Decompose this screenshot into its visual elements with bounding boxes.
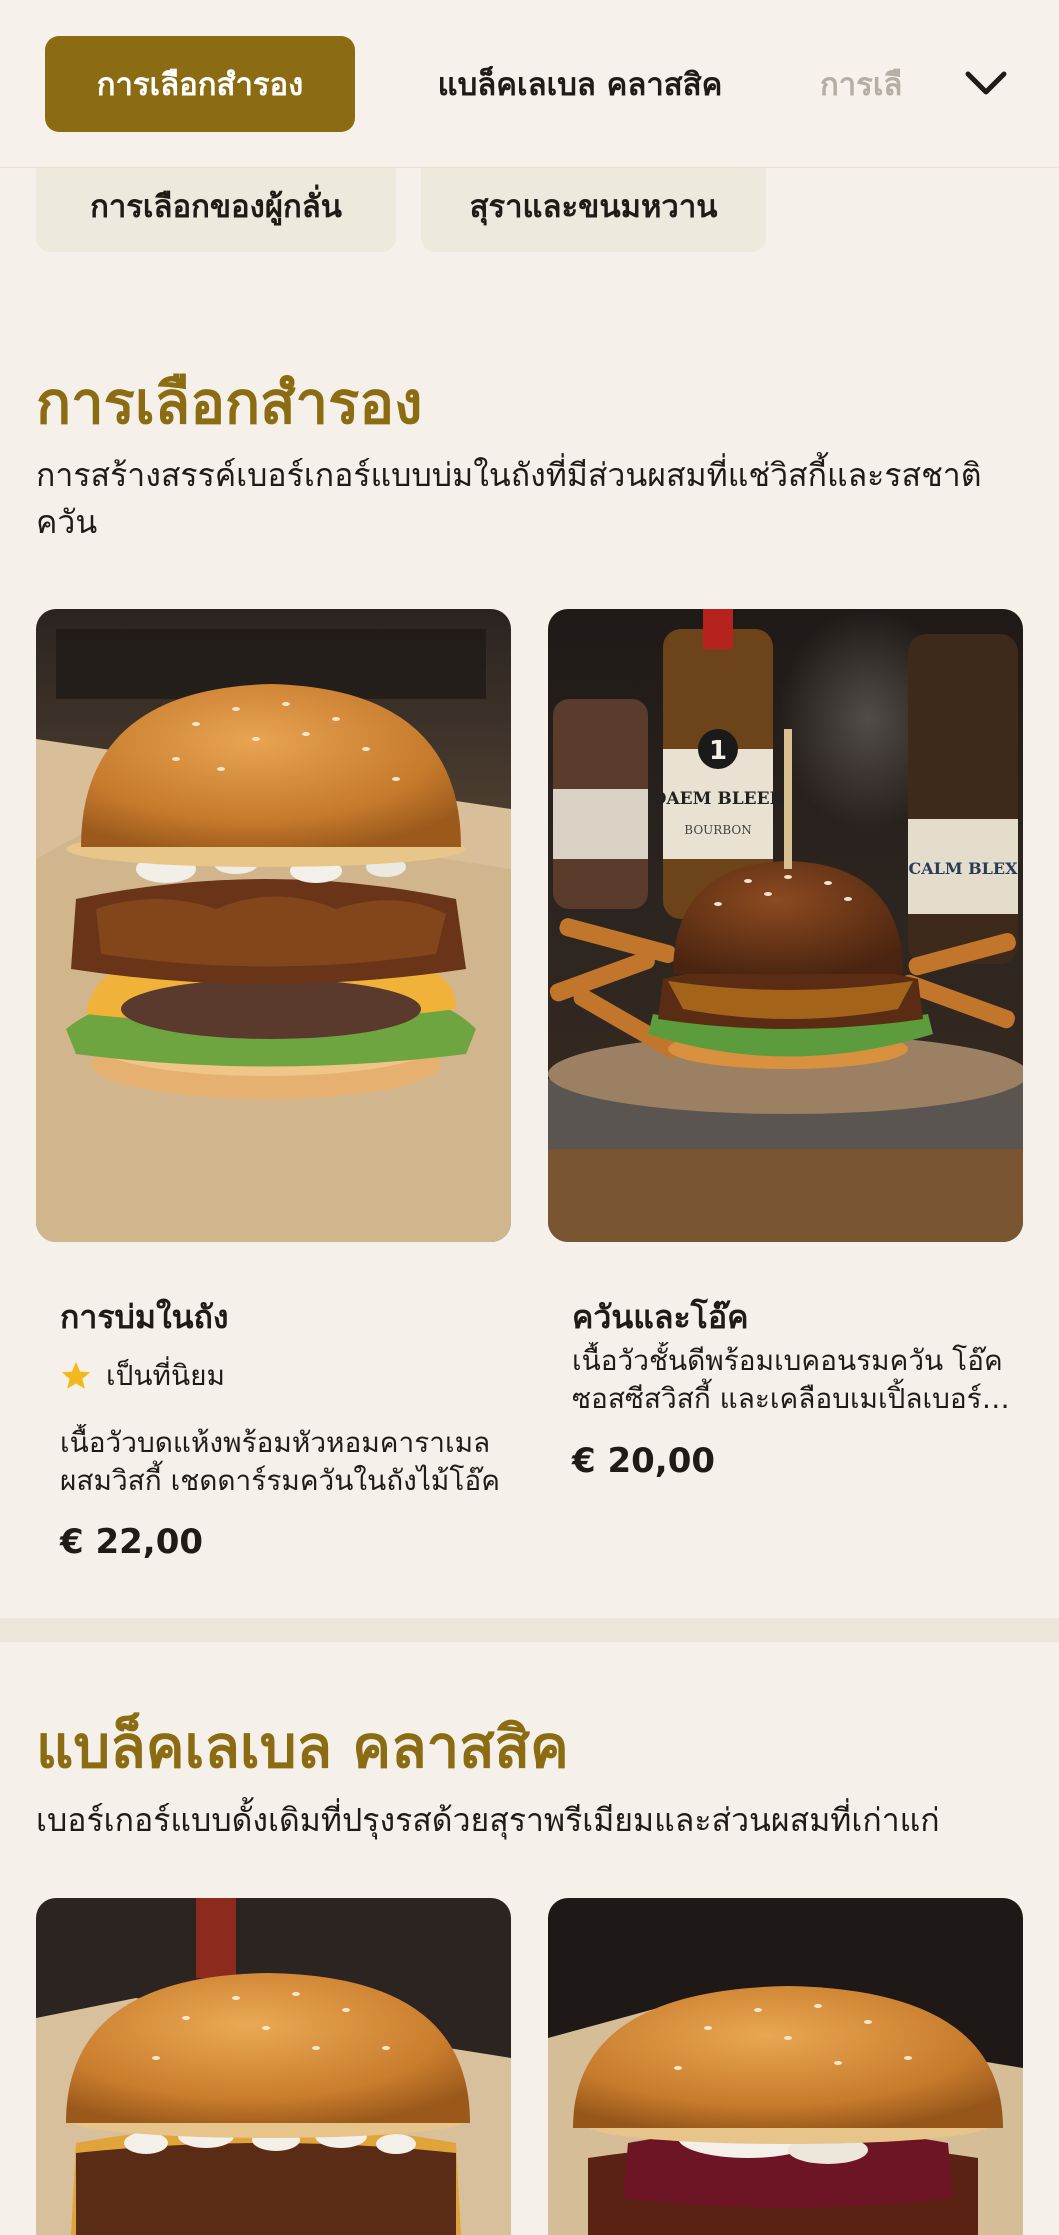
burger-image-barrel-aged[interactable] xyxy=(36,609,511,1242)
item-name: การบ่มในถัง xyxy=(60,1298,229,1336)
bottle-label-brand-right: CALM BLEX xyxy=(908,859,1018,878)
category-nav: การเลือกสำรอง แบล็คเลเบล คลาสสิค การเลื xyxy=(0,0,1059,168)
bottle-label-bourbon: BOURBON xyxy=(684,823,751,837)
tab-spirits-and-desserts[interactable]: สุราและขนมหวาน xyxy=(421,160,766,252)
tab-distillers-selection[interactable]: การเลือกของผู้กลั่น xyxy=(36,160,396,252)
popular-badge: เป็นที่นิยม xyxy=(60,1354,225,1398)
burger-image-classic-2[interactable] xyxy=(548,1898,1023,2235)
item-price: € 20,00 xyxy=(572,1441,716,1481)
section-description: เบอร์เกอร์แบบดั้งเดิมที่ปรุงรสด้วยสุราพร… xyxy=(36,1801,940,1839)
section-description: การสร้างสรรค์เบอร์เกอร์แบบบ่มในถังที่มีส… xyxy=(36,456,982,541)
section-divider xyxy=(0,1618,1059,1642)
tab-reserve-selection[interactable]: การเลือกสำรอง xyxy=(45,36,355,132)
bottle-label-brand-center: OAEM BLEEK xyxy=(652,789,786,809)
section-title: แบล็คเลเบล คลาสสิค xyxy=(36,1713,569,1781)
burger-image-smoke-oak[interactable]: 1 OAEM BLEEK BOURBON CALM BLEX xyxy=(548,609,1023,1242)
item-price: € 22,00 xyxy=(60,1522,204,1562)
badge-label: เป็นที่นิยม xyxy=(106,1359,225,1392)
chevron-down-icon[interactable] xyxy=(960,58,1012,110)
burger-image-classic-1[interactable] xyxy=(36,1898,511,2235)
bottle-label-number: 1 xyxy=(709,736,727,766)
star-icon xyxy=(61,1362,91,1389)
tab-black-label-classic[interactable]: แบล็คเลเบล คลาสสิค xyxy=(405,36,755,132)
item-description: เนื้อวัวบดแห้งพร้อมหัวหอมคาราเมลผสมวิสกี… xyxy=(60,1426,500,1497)
item-description: เนื้อวัวชั้นดีพร้อมเบคอนรมควัน โอ๊ค ซอสซ… xyxy=(572,1344,1003,1415)
item-name: ควันและโอ๊ค xyxy=(572,1298,749,1336)
section-title: การเลือกสำรอง xyxy=(36,369,423,437)
